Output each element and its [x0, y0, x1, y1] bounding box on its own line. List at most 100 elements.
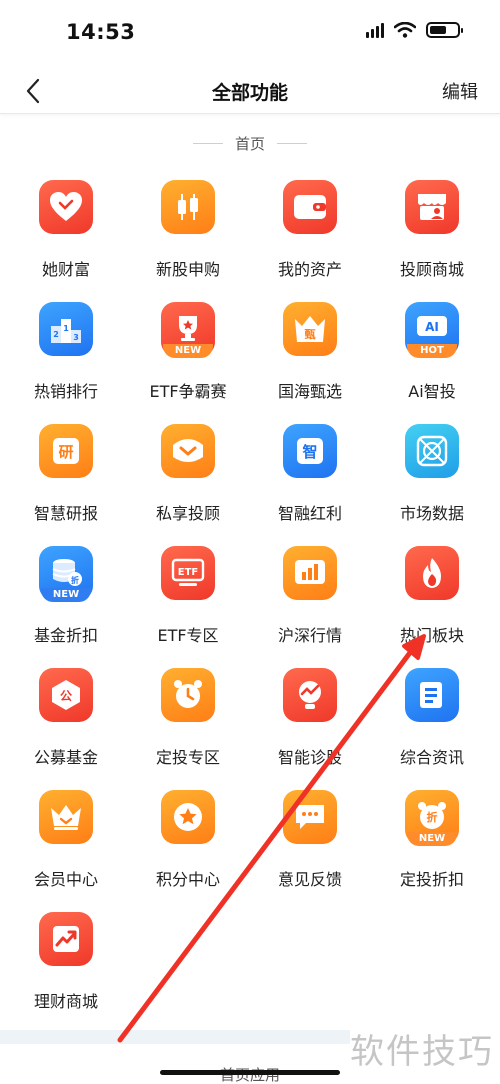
grid-item-etf-contest[interactable]: NEW ETF争霸赛: [127, 302, 249, 412]
grid-item-label: 综合资讯: [399, 748, 464, 767]
grid-item-label: 投顾商城: [399, 260, 464, 279]
new-badge: NEW: [41, 588, 91, 602]
grid-item-label: 定投专区: [155, 748, 220, 767]
grid-item-stock-diagnosis[interactable]: 智能诊股: [249, 668, 371, 778]
svg-text:甄: 甄: [305, 328, 316, 341]
grid-item-label: 新股申购: [155, 260, 220, 279]
status-bar: 14:53: [0, 0, 500, 68]
grid-item-label: 热门板块: [399, 626, 464, 645]
grid-item-label: 智慧研报: [33, 504, 98, 523]
svg-text:AI: AI: [425, 320, 439, 334]
news-icon: [405, 668, 459, 722]
candlestick-icon: [161, 180, 215, 234]
grid-item-ai-invest[interactable]: AI HOT Ai智投: [371, 302, 493, 412]
edit-button[interactable]: 编辑: [442, 78, 478, 104]
grid-item-market-quotes[interactable]: 沪深行情: [249, 546, 371, 656]
bar-chart-icon: [283, 546, 337, 600]
heart-icon: [39, 180, 93, 234]
grid-item-label: 公募基金: [33, 748, 98, 767]
svg-text:3: 3: [73, 333, 79, 342]
hot-badge: HOT: [407, 344, 457, 358]
wallet-icon: [283, 180, 337, 234]
data-icon: [405, 424, 459, 478]
divider: [192, 142, 223, 144]
grid-item-fixed-invest[interactable]: 定投专区: [127, 668, 249, 778]
alarm-clock-icon: [161, 668, 215, 722]
section-header: 首页: [0, 132, 500, 154]
grid-item-label: 热销排行: [33, 382, 98, 401]
grid-item-label: 私享投顾: [155, 504, 220, 523]
grid-item-points-center[interactable]: 积分中心: [127, 790, 249, 900]
grid-item-market-data[interactable]: 市场数据: [371, 424, 493, 534]
home-indicator[interactable]: [160, 1070, 340, 1075]
grid-item-label: 沪深行情: [277, 626, 342, 645]
grid-item-wealth-mall[interactable]: 理财商城: [5, 912, 127, 1022]
star-icon: [161, 790, 215, 844]
grid-item-label: 积分中心: [155, 870, 220, 889]
svg-text:研: 研: [58, 443, 73, 461]
grid-item-member-center[interactable]: 会员中心: [5, 790, 127, 900]
status-time: 14:53: [66, 20, 136, 44]
signal-icon: [366, 22, 384, 38]
etf-icon: ETF: [161, 546, 215, 600]
crown-icon: [39, 790, 93, 844]
grid-item-guohai-select[interactable]: 甄 国海甄选: [249, 302, 371, 412]
grid-item-label: 定投折扣: [399, 870, 464, 889]
watermark: 软件技巧: [350, 1032, 494, 1072]
grid-item-label: 国海甄选: [277, 382, 342, 401]
grid-item-she-wealth[interactable]: 她财富: [5, 180, 127, 290]
flame-icon: [405, 546, 459, 600]
grid-item-feedback[interactable]: 意见反馈: [249, 790, 371, 900]
svg-text:1: 1: [63, 324, 69, 333]
grid-item-label: 她财富: [41, 260, 90, 279]
grid-item-label: Ai智投: [408, 382, 456, 401]
page-title: 全部功能: [211, 82, 288, 104]
grid-item-label: 市场数据: [399, 504, 464, 523]
grid-item-label: 理财商城: [33, 992, 98, 1011]
divider: [277, 142, 307, 144]
grid-item-smart-dividend[interactable]: 智 智融红利: [249, 424, 371, 534]
grid-item-ipo[interactable]: 新股申购: [127, 180, 249, 290]
new-badge: NEW: [163, 344, 213, 358]
svg-text:2: 2: [53, 330, 59, 339]
grid-item-fund-discount[interactable]: 折 NEW 基金折扣: [5, 546, 127, 656]
trend-up-icon: [39, 912, 93, 966]
grid-item-label: 基金折扣: [33, 626, 98, 645]
wifi-icon: [394, 22, 416, 38]
grid-item-my-assets[interactable]: 我的资产: [249, 180, 371, 290]
grid-item-label: 会员中心: [33, 870, 98, 889]
zhi-icon: 智: [283, 424, 337, 478]
grid-item-label: ETF争霸赛: [149, 382, 227, 401]
grid-item-smart-research[interactable]: 研 智慧研报: [5, 424, 127, 534]
grid-item-news[interactable]: 综合资讯: [371, 668, 493, 778]
grid-item-hot-ranking[interactable]: 12 3 热销排行: [5, 302, 127, 412]
research-icon: 研: [39, 424, 93, 478]
svg-text:折: 折: [71, 575, 79, 585]
grid-item-label: 意见反馈: [277, 870, 342, 889]
grid-item-label: ETF专区: [157, 626, 219, 645]
svg-text:公: 公: [60, 689, 72, 703]
battery-icon: [426, 22, 463, 38]
grid-item-private-advisor[interactable]: 私享投顾: [127, 424, 249, 534]
grid-item-fixed-invest-discount[interactable]: 折 NEW 定投折扣: [371, 790, 493, 900]
grid-item-label: 智融红利: [277, 504, 342, 523]
svg-text:智: 智: [302, 443, 317, 461]
grid-item-label: 智能诊股: [277, 748, 342, 767]
crown-zhen-icon: 甄: [283, 302, 337, 356]
grid-item-etf-zone[interactable]: ETF ETF专区: [127, 546, 249, 656]
grid-item-hot-sectors[interactable]: 热门板块: [371, 546, 493, 656]
nav-bar: 全部功能 编辑: [0, 68, 500, 114]
svg-text:折: 折: [427, 810, 438, 824]
advisor-shop-icon: [405, 180, 459, 234]
diagnosis-icon: [283, 668, 337, 722]
grid-item-advisor-shop[interactable]: 投顾商城: [371, 180, 493, 290]
podium-icon: 12 3: [39, 302, 93, 356]
chat-chevron-icon: [161, 424, 215, 478]
grid-item-public-funds[interactable]: 公 公募基金: [5, 668, 127, 778]
section-separator: [0, 1030, 350, 1044]
grid-item-label: 我的资产: [277, 260, 342, 279]
section-title: 首页: [234, 134, 265, 153]
gong-icon: 公: [39, 668, 93, 722]
status-icons: [366, 22, 463, 38]
new-badge: NEW: [407, 832, 457, 846]
